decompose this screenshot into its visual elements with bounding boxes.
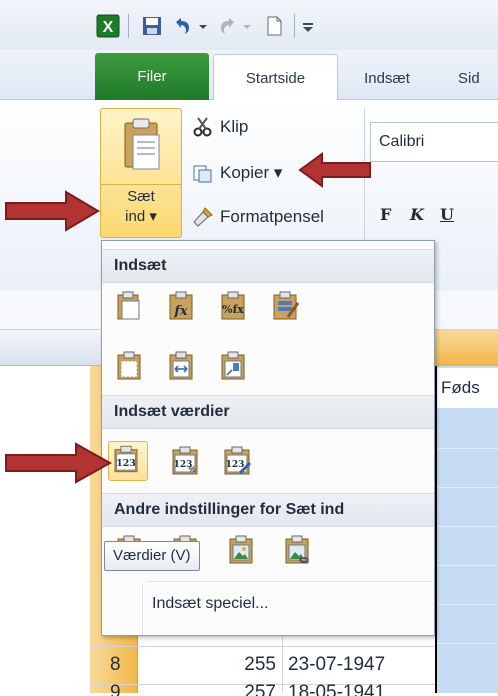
tab-file[interactable]: Filer <box>95 53 209 100</box>
paste-button[interactable]: Sæt ind ▾ <box>100 108 182 238</box>
ribbon-tab-bar: Filer Startside Indsæt Sid <box>0 50 498 101</box>
redo-dropdown-icon[interactable] <box>240 14 254 38</box>
copy-button[interactable]: Kopier ▾ <box>192 158 282 188</box>
svg-text:123: 123 <box>226 460 245 470</box>
redo-icon[interactable] <box>216 14 240 38</box>
section-paste: Indsæt <box>102 249 434 283</box>
excel-logo-icon: X <box>96 14 120 38</box>
svg-text:fx: fx <box>173 304 188 319</box>
arrow-to-values-icon <box>5 442 112 484</box>
tab-home[interactable]: Startside <box>213 54 338 101</box>
cell-date[interactable]: 23-07-1947 <box>288 646 385 684</box>
section-other-paste-options: Andre indstillinger for Sæt ind <box>102 493 434 527</box>
bold-button[interactable]: F <box>380 205 391 224</box>
formulas-number-formatting-icon[interactable]: %fx <box>216 289 250 323</box>
svg-text:%: % <box>188 465 195 474</box>
transpose-icon[interactable] <box>216 349 250 383</box>
cut-button[interactable]: Klip <box>192 112 248 142</box>
undo-icon[interactable] <box>170 14 194 38</box>
copy-icon <box>192 162 214 184</box>
picture-icon[interactable] <box>224 533 258 567</box>
tab-page-layout[interactable]: Sid <box>458 56 498 100</box>
quick-access-toolbar: X <box>0 0 498 50</box>
arrow-to-paste-icon <box>5 190 100 232</box>
paste-options-menu: Indsæt fx %fx Indsæt værdier 123 123% 12… <box>101 240 435 636</box>
keep-source-formatting-icon[interactable] <box>268 289 302 323</box>
values-tooltip: Værdier (V) <box>104 541 200 571</box>
tab-insert[interactable]: Indsæt <box>352 56 422 100</box>
svg-text:%fx: %fx <box>222 303 244 316</box>
new-document-icon[interactable] <box>262 14 286 38</box>
copy-label: Kopier ▾ <box>220 163 283 182</box>
font-name-input[interactable]: Calibri <box>370 122 498 162</box>
paste-label-line1: Sæt <box>127 188 155 205</box>
paste-icon[interactable] <box>112 289 146 323</box>
arrow-to-copy-icon <box>298 152 371 188</box>
paste-values-icon[interactable]: 123 <box>108 441 148 481</box>
paste-label[interactable]: Sæt ind ▾ <box>101 187 181 227</box>
cell-date[interactable]: 18-05-1941 <box>288 684 385 696</box>
formulas-icon[interactable]: fx <box>164 289 198 323</box>
svg-text:X: X <box>103 19 114 36</box>
keep-column-widths-icon[interactable] <box>164 349 198 383</box>
paintbrush-icon <box>192 206 214 228</box>
save-icon[interactable] <box>140 14 164 38</box>
underline-button[interactable]: U <box>440 205 454 224</box>
row-number-9[interactable]: 9 <box>110 684 121 696</box>
paste-label-line2: ind ▾ <box>125 208 157 225</box>
paste-icon[interactable] <box>101 109 181 185</box>
selected-column-header[interactable] <box>435 330 498 366</box>
no-borders-icon[interactable] <box>112 349 146 383</box>
cut-label: Klip <box>220 117 249 136</box>
format-painter-label: Formatpensel <box>220 207 324 226</box>
scissors-icon <box>192 116 214 138</box>
section-paste-values: Indsæt værdier <box>102 395 434 429</box>
linked-picture-icon[interactable] <box>280 533 314 567</box>
undo-dropdown-icon[interactable] <box>196 14 210 38</box>
paste-special-menu-item[interactable]: Indsæt speciel... <box>152 595 269 613</box>
cell-id[interactable]: 255 <box>220 646 276 684</box>
cell-id[interactable]: 257 <box>220 684 276 696</box>
values-source-formatting-icon[interactable]: 123 <box>220 444 254 478</box>
values-number-formatting-icon[interactable]: 123% <box>168 444 202 478</box>
svg-text:123: 123 <box>116 458 136 469</box>
row-number-8[interactable]: 8 <box>110 646 121 684</box>
italic-button[interactable]: K <box>410 205 424 224</box>
header-cell[interactable]: Føds <box>437 368 498 408</box>
customize-toolbar-icon[interactable] <box>300 14 316 38</box>
format-painter-button[interactable]: Formatpensel <box>192 202 324 232</box>
